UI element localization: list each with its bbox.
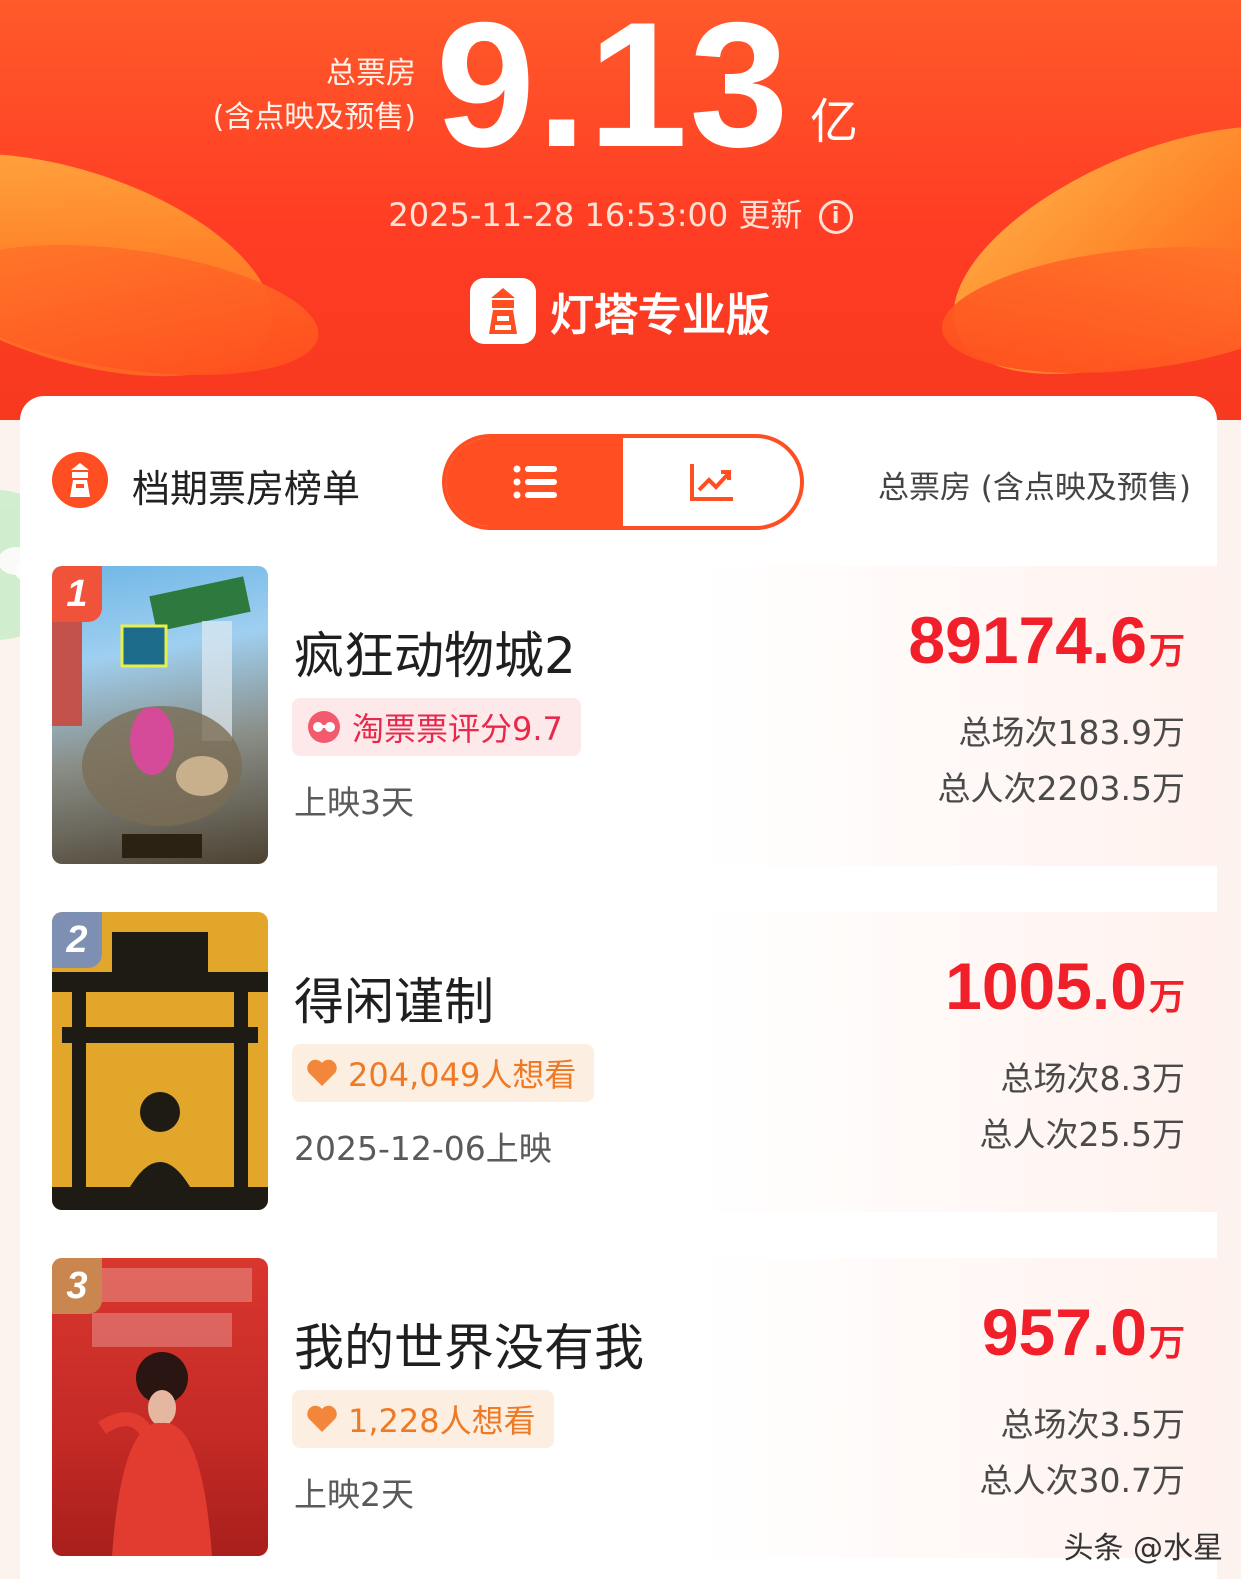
view-toggle [442, 434, 804, 530]
total-box-office-label: 总票房 (含点映及预售) [213, 52, 416, 139]
gross-value: 89174.6万 [908, 602, 1185, 678]
total-label-line2: (含点映及预售) [212, 99, 416, 135]
rating-text: 淘票票评分9.7 [352, 710, 563, 748]
trend-view-button[interactable] [623, 438, 800, 526]
total-label-line1: 总票房 [326, 56, 416, 91]
gross-number: 89174.6 [908, 603, 1147, 677]
rank-badge: 2 [52, 912, 102, 968]
movie-poster[interactable]: 2 [52, 912, 268, 1210]
brand-name: 灯塔专业版 [550, 290, 770, 341]
ranking-logo-icon [52, 452, 108, 508]
release-info: 上映2天 [294, 1475, 414, 1514]
movie-row[interactable]: 2 得闲谨制 204,049人想看 2025-12-06上映 1005.0万 总… [20, 912, 1217, 1258]
total-shows: 总场次3.5万 [1000, 1405, 1185, 1444]
trend-chart-icon [689, 464, 733, 501]
heart-icon [306, 1058, 338, 1088]
heart-icon [306, 1404, 338, 1434]
total-shows: 总场次183.9万 [958, 713, 1185, 752]
brand: 灯塔专业版 [470, 278, 770, 344]
gross-unit: 万 [1148, 631, 1185, 672]
wish-count: 1,228人想看 [348, 1402, 536, 1440]
list-view-icon [513, 465, 557, 499]
rating-tag: 淘票票评分9.7 [292, 698, 581, 756]
summary-header: 总票房 (含点映及预售) 9.13 亿 2025-11-28 16:53:00 … [0, 0, 1241, 420]
update-time: 2025-11-28 16:53:00 更新 [388, 196, 803, 234]
total-admissions: 总人次25.5万 [979, 1115, 1185, 1154]
rank-badge: 3 [52, 1258, 102, 1314]
taopiaopiao-icon [306, 709, 342, 745]
watermark: 头条 @水星 [1063, 1531, 1223, 1566]
total-admissions: 总人次30.7万 [979, 1461, 1185, 1500]
release-info: 上映3天 [294, 783, 414, 822]
box-office-ranking-card: 档期票房榜单 总票房 (含点映及预售) 1 疯狂动物城2 淘票票评分9.7 上映… [20, 396, 1217, 1579]
total-box-office-unit: 亿 [810, 94, 859, 150]
movie-poster[interactable]: 3 [52, 1258, 268, 1556]
lighthouse-logo-icon [470, 278, 536, 344]
movie-row[interactable]: 1 疯狂动物城2 淘票票评分9.7 上映3天 89174.6万 总场次183.9… [20, 566, 1217, 912]
total-shows: 总场次8.3万 [1000, 1059, 1185, 1098]
gross-value: 1005.0万 [945, 948, 1185, 1024]
movie-poster[interactable]: 1 [52, 566, 268, 864]
gross-number: 957.0 [981, 1295, 1147, 1369]
gross-unit: 万 [1148, 1323, 1185, 1364]
card-header: 档期票房榜单 总票房 (含点映及预售) [20, 396, 1217, 556]
wish-count: 204,049人想看 [348, 1056, 577, 1094]
list-view-button[interactable] [446, 438, 623, 526]
rank-badge: 1 [52, 566, 102, 622]
gross-unit: 万 [1148, 977, 1185, 1018]
movie-row[interactable]: 3 我的世界没有我 1,228人想看 上映2天 957.0万 总场次3.5万 总… [20, 1258, 1217, 1579]
total-box-office-value: 9.13 [436, 0, 791, 184]
movie-title: 我的世界没有我 [294, 1319, 644, 1377]
update-time-row: 2025-11-28 16:53:00 更新 i [0, 190, 1241, 236]
release-info: 2025-12-06上映 [294, 1129, 552, 1168]
movie-title: 得闲谨制 [294, 973, 494, 1031]
info-icon[interactable]: i [818, 200, 853, 234]
gross-value: 957.0万 [982, 1294, 1185, 1370]
wish-tag: 204,049人想看 [292, 1044, 595, 1102]
movie-title: 疯狂动物城2 [294, 627, 576, 685]
card-title: 档期票房榜单 [132, 467, 361, 511]
wish-tag: 1,228人想看 [292, 1390, 554, 1448]
gross-number: 1005.0 [945, 949, 1147, 1023]
card-subtitle: 总票房 (含点映及预售) [877, 470, 1191, 506]
total-admissions: 总人次2203.5万 [937, 769, 1185, 808]
